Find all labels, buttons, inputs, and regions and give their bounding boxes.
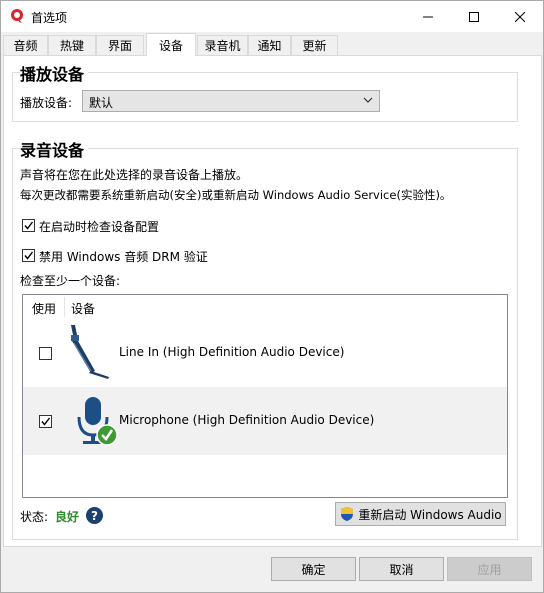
maximize-icon [469, 11, 479, 22]
tab-hotkeys[interactable]: 热键 [48, 35, 96, 55]
check-at-least-label: 检查至少一个设备: [20, 274, 121, 288]
recording-device-list[interactable]: 使用 设备 Line In (High Definition Audio Dev… [22, 294, 508, 498]
device-row-microphone[interactable]: Microphone (High Definition Audio Device… [23, 387, 507, 455]
tab-devices[interactable]: 设备 [146, 33, 196, 56]
device-use-checkbox[interactable] [39, 415, 52, 428]
help-icon[interactable]: ? [86, 507, 103, 524]
column-divider[interactable] [64, 297, 65, 317]
preferences-window: 首选项 音频 热键 界面 设备 录音机 通知 更新 播放设备 播放设备: 默认 [0, 0, 544, 593]
device-use-checkbox[interactable] [39, 347, 52, 360]
tab-recorder[interactable]: 录音机 [197, 35, 248, 55]
disable-drm-label[interactable]: 禁用 Windows 音频 DRM 验证 [39, 248, 208, 265]
column-use[interactable]: 使用 [32, 300, 56, 317]
playback-group-title: 播放设备 [20, 61, 89, 85]
device-list-header: 使用 设备 [23, 295, 507, 319]
close-button[interactable] [497, 1, 543, 32]
status-value: 良好 [55, 510, 80, 524]
disable-drm-checkbox[interactable] [22, 249, 35, 262]
check-on-startup-label[interactable]: 在启动时检查设备配置 [39, 218, 159, 235]
status-label: 状态: [20, 510, 49, 524]
restart-button-label: 重新启动 Windows Audio [358, 507, 502, 522]
microphone-ok-icon [77, 397, 118, 446]
playback-device-label: 播放设备: [20, 96, 73, 110]
cancel-button[interactable]: 取消 [359, 557, 444, 581]
recording-description-1: 声音将在您在此处选择的录音设备上播放。 [20, 168, 249, 182]
playback-device-select[interactable]: 默认 [82, 90, 380, 112]
playback-device-value: 默认 [89, 96, 114, 110]
line-in-jack-icon [71, 325, 109, 379]
device-name: Microphone (High Definition Audio Device… [119, 413, 375, 427]
chevron-down-icon [363, 97, 373, 103]
devices-panel: 播放设备 播放设备: 默认 录音设备 声音将在您在此处选择的录音设备上播放。 每… [3, 55, 542, 547]
apply-button[interactable]: 应用 [447, 557, 532, 581]
restart-windows-audio-button[interactable]: 重新启动 Windows Audio [335, 502, 506, 526]
app-logo-icon [11, 9, 23, 23]
checkmark-icon [24, 221, 34, 230]
tab-interface[interactable]: 界面 [96, 35, 144, 55]
ok-button[interactable]: 确定 [271, 557, 356, 581]
uac-shield-icon [341, 507, 354, 521]
device-name: Line In (High Definition Audio Device) [119, 345, 345, 359]
maximize-button[interactable] [451, 1, 497, 32]
checkmark-icon [24, 251, 34, 260]
recording-group-title: 录音设备 [20, 137, 89, 161]
window-title: 首选项 [31, 11, 68, 25]
minimize-button[interactable] [405, 1, 451, 32]
close-icon [515, 11, 525, 22]
tab-notifications[interactable]: 通知 [248, 35, 291, 55]
tab-audio[interactable]: 音频 [3, 35, 48, 55]
check-on-startup-checkbox[interactable] [22, 219, 35, 232]
column-device[interactable]: 设备 [71, 300, 95, 317]
minimize-icon [423, 16, 433, 17]
tab-bar: 音频 热键 界面 设备 录音机 通知 更新 [1, 33, 543, 56]
title-bar: 首选项 [1, 1, 543, 32]
checkmark-icon [41, 417, 51, 426]
tab-updates[interactable]: 更新 [291, 35, 338, 55]
device-row-line-in[interactable]: Line In (High Definition Audio Device) [23, 319, 507, 387]
recording-description-2: 每次更改都需要系统重新启动(安全)或重新启动 Windows Audio Ser… [20, 188, 452, 202]
